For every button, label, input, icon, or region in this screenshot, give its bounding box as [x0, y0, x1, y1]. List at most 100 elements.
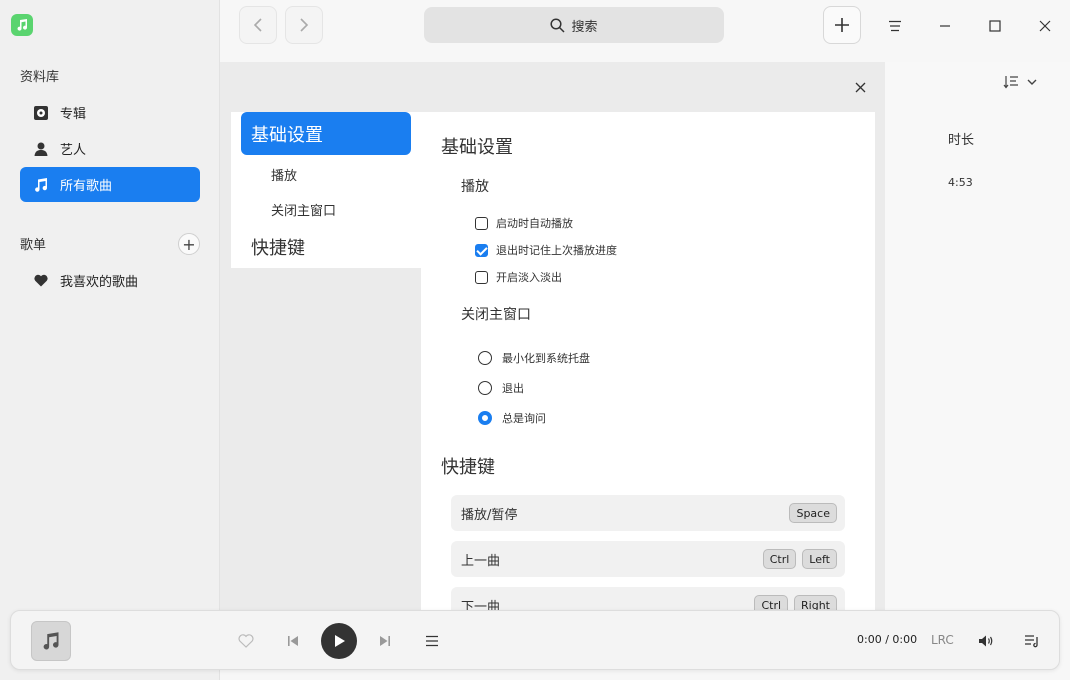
settings-nav: 基础设置 播放 关闭主窗口 快捷键	[231, 112, 421, 268]
current-time: 0:00	[857, 633, 882, 646]
play-mode-button[interactable]	[423, 632, 441, 650]
sidebar-item-label: 我喜欢的歌曲	[60, 275, 139, 290]
forward-button[interactable]	[285, 6, 323, 44]
shortcut-row[interactable]: 上一曲 Ctrl Left	[451, 541, 845, 577]
shortcut-key[interactable]: Ctrl	[754, 595, 789, 610]
playback-time: 0:00 / 0:00	[857, 633, 917, 646]
basic-settings-title: 基础设置	[441, 137, 513, 158]
list-order-icon	[426, 635, 438, 647]
sidebar: 资料库 专辑 艺人 所有歌曲 歌单 + 我喜欢的歌曲	[0, 0, 220, 680]
play-icon	[335, 635, 345, 647]
close-icon	[1039, 20, 1051, 32]
option-label: 开启淡入淡出	[496, 271, 562, 284]
top-bar: 搜索	[220, 0, 1070, 62]
shortcut-row[interactable]: 播放/暂停 Space	[451, 495, 845, 531]
settings-nav-playback[interactable]: 播放	[271, 165, 297, 184]
volume-icon	[979, 635, 993, 647]
music-note-icon	[32, 176, 50, 194]
duration-column-header[interactable]: 时长	[948, 129, 974, 148]
shortcut-key[interactable]: Right	[794, 595, 837, 610]
fade-option[interactable]: 开启淡入淡出	[475, 269, 562, 285]
back-button[interactable]	[239, 6, 277, 44]
fade-checkbox[interactable]	[475, 270, 488, 284]
playback-title: 播放	[461, 179, 489, 195]
heart-icon	[32, 272, 50, 290]
previous-button[interactable]	[285, 632, 301, 650]
music-note-icon	[43, 632, 59, 650]
search-label: 搜索	[571, 19, 598, 35]
next-icon	[380, 636, 390, 646]
search-icon	[550, 17, 566, 33]
autoplay-option[interactable]: 启动时自动播放	[475, 215, 573, 231]
close-icon	[855, 82, 865, 92]
menu-button[interactable]	[883, 14, 907, 38]
time-separator: /	[885, 633, 889, 646]
search-box[interactable]: 搜索	[424, 7, 724, 43]
remember-progress-checkbox[interactable]	[475, 243, 488, 257]
app-logo	[11, 14, 36, 36]
settings-nav-basic[interactable]: 基础设置	[241, 112, 411, 155]
music-logo-icon	[17, 19, 28, 31]
volume-button[interactable]	[977, 632, 995, 650]
shortcut-key[interactable]: Ctrl	[762, 549, 797, 569]
close-window-button[interactable]	[1033, 14, 1057, 38]
sidebar-item-artists[interactable]: 艺人	[20, 131, 200, 166]
plus-icon: +	[182, 234, 196, 254]
sidebar-item-albums[interactable]: 专辑	[20, 95, 200, 130]
minimize-tray-radio[interactable]	[478, 351, 492, 365]
option-label: 总是询问	[502, 412, 546, 425]
exit-option[interactable]: 退出	[478, 380, 524, 396]
lyrics-button[interactable]: LRC	[931, 633, 954, 647]
heart-outline-icon	[238, 634, 254, 648]
exit-radio[interactable]	[478, 381, 492, 395]
album-icon	[32, 104, 50, 122]
chevron-left-icon	[253, 18, 262, 32]
option-label: 启动时自动播放	[496, 217, 573, 230]
option-label: 退出	[502, 382, 524, 395]
shortcut-key[interactable]: Space	[789, 503, 837, 523]
shortcut-row[interactable]: 下一曲 Ctrl Right	[451, 587, 845, 610]
playlist-queue-button[interactable]	[1023, 632, 1041, 650]
like-button[interactable]	[237, 632, 255, 650]
settings-nav-shortcuts[interactable]: 快捷键	[251, 234, 305, 260]
hamburger-menu-icon	[889, 20, 901, 32]
maximize-button[interactable]	[983, 14, 1007, 38]
shortcut-action: 播放/暂停	[461, 507, 518, 523]
playlists-label: 歌单	[20, 238, 47, 253]
maximize-icon	[989, 20, 1001, 32]
close-window-title: 关闭主窗口	[461, 307, 531, 323]
add-playlist-button[interactable]: +	[178, 233, 200, 255]
chevron-right-icon	[300, 18, 309, 32]
add-button[interactable]	[823, 6, 861, 44]
always-ask-option[interactable]: 总是询问	[478, 410, 546, 426]
settings-nav-close-window[interactable]: 关闭主窗口	[271, 200, 336, 219]
minimize-tray-option[interactable]: 最小化到系统托盘	[478, 350, 590, 366]
sidebar-item-all-songs[interactable]: 所有歌曲	[20, 167, 200, 202]
playlist-icon	[1025, 635, 1038, 648]
previous-icon	[288, 636, 298, 646]
album-cover[interactable]	[31, 621, 71, 661]
settings-close-button[interactable]	[851, 78, 869, 96]
total-time: 0:00	[892, 633, 918, 646]
sidebar-item-label: 所有歌曲	[60, 179, 113, 194]
shortcut-action: 上一曲	[461, 553, 501, 569]
sort-button[interactable]	[1003, 75, 1037, 89]
always-ask-radio[interactable]	[478, 411, 492, 425]
shortcut-key[interactable]: Left	[802, 549, 837, 569]
song-list-panel	[885, 62, 1070, 610]
option-label: 最小化到系统托盘	[502, 352, 590, 365]
minimize-icon	[940, 25, 950, 27]
remember-progress-option[interactable]: 退出时记住上次播放进度	[475, 242, 617, 258]
artist-icon	[32, 140, 50, 158]
plus-icon	[835, 18, 849, 32]
next-button[interactable]	[377, 632, 393, 650]
play-button[interactable]	[321, 623, 357, 659]
minimize-button[interactable]	[933, 14, 957, 38]
sidebar-item-favorites[interactable]: 我喜欢的歌曲	[20, 263, 200, 298]
player-bar: 0:00 / 0:00 LRC	[10, 610, 1060, 670]
sort-icon	[1003, 76, 1018, 89]
autoplay-checkbox[interactable]	[475, 216, 488, 230]
shortcuts-title: 快捷键	[441, 457, 495, 478]
settings-content: 基础设置 播放 启动时自动播放 退出时记住上次播放进度 开启淡入淡出 关闭主窗口…	[421, 112, 875, 610]
sidebar-item-label: 专辑	[60, 107, 87, 122]
